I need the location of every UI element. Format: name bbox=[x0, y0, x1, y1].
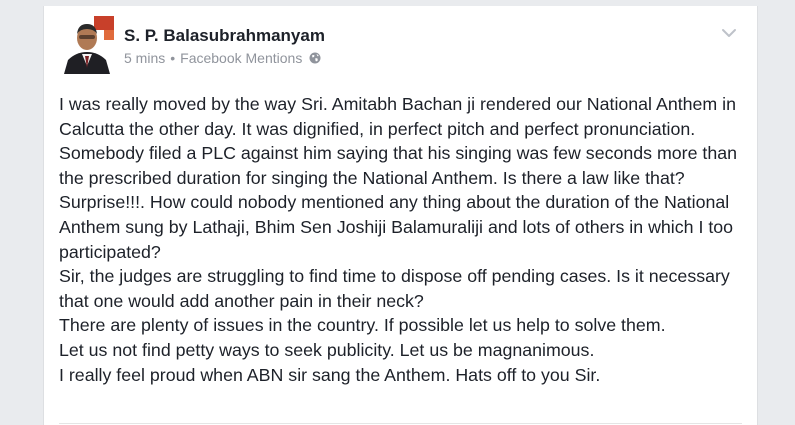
post-meta: 5 mins • Facebook Mentions bbox=[124, 50, 321, 66]
post-paragraph: Let us not find petty ways to seek publi… bbox=[59, 339, 595, 360]
author-name[interactable]: S. P. Balasubrahmanyam bbox=[124, 26, 325, 46]
post-text: I was really moved by the way Sri. Amita… bbox=[59, 92, 749, 387]
post-paragraph: I really feel proud when ABN sir sang th… bbox=[59, 364, 601, 385]
avatar[interactable] bbox=[60, 16, 114, 74]
avatar-image bbox=[60, 16, 114, 74]
post-paragraph: I was really moved by the way Sri. Amita… bbox=[59, 94, 737, 139]
post-card: S. P. Balasubrahmanyam 5 mins • Facebook… bbox=[43, 6, 758, 425]
divider bbox=[59, 423, 742, 424]
chevron-down-icon[interactable] bbox=[721, 26, 737, 38]
post-source[interactable]: Facebook Mentions bbox=[180, 50, 302, 66]
post-paragraph: Sir, the judges are struggling to find t… bbox=[59, 266, 730, 311]
meta-separator: • bbox=[170, 50, 176, 66]
globe-icon[interactable] bbox=[309, 52, 321, 64]
timestamp[interactable]: 5 mins bbox=[124, 50, 165, 66]
post-paragraph: Somebody filed a PLC against him saying … bbox=[59, 143, 738, 262]
post-paragraph: There are plenty of issues in the countr… bbox=[59, 315, 666, 336]
